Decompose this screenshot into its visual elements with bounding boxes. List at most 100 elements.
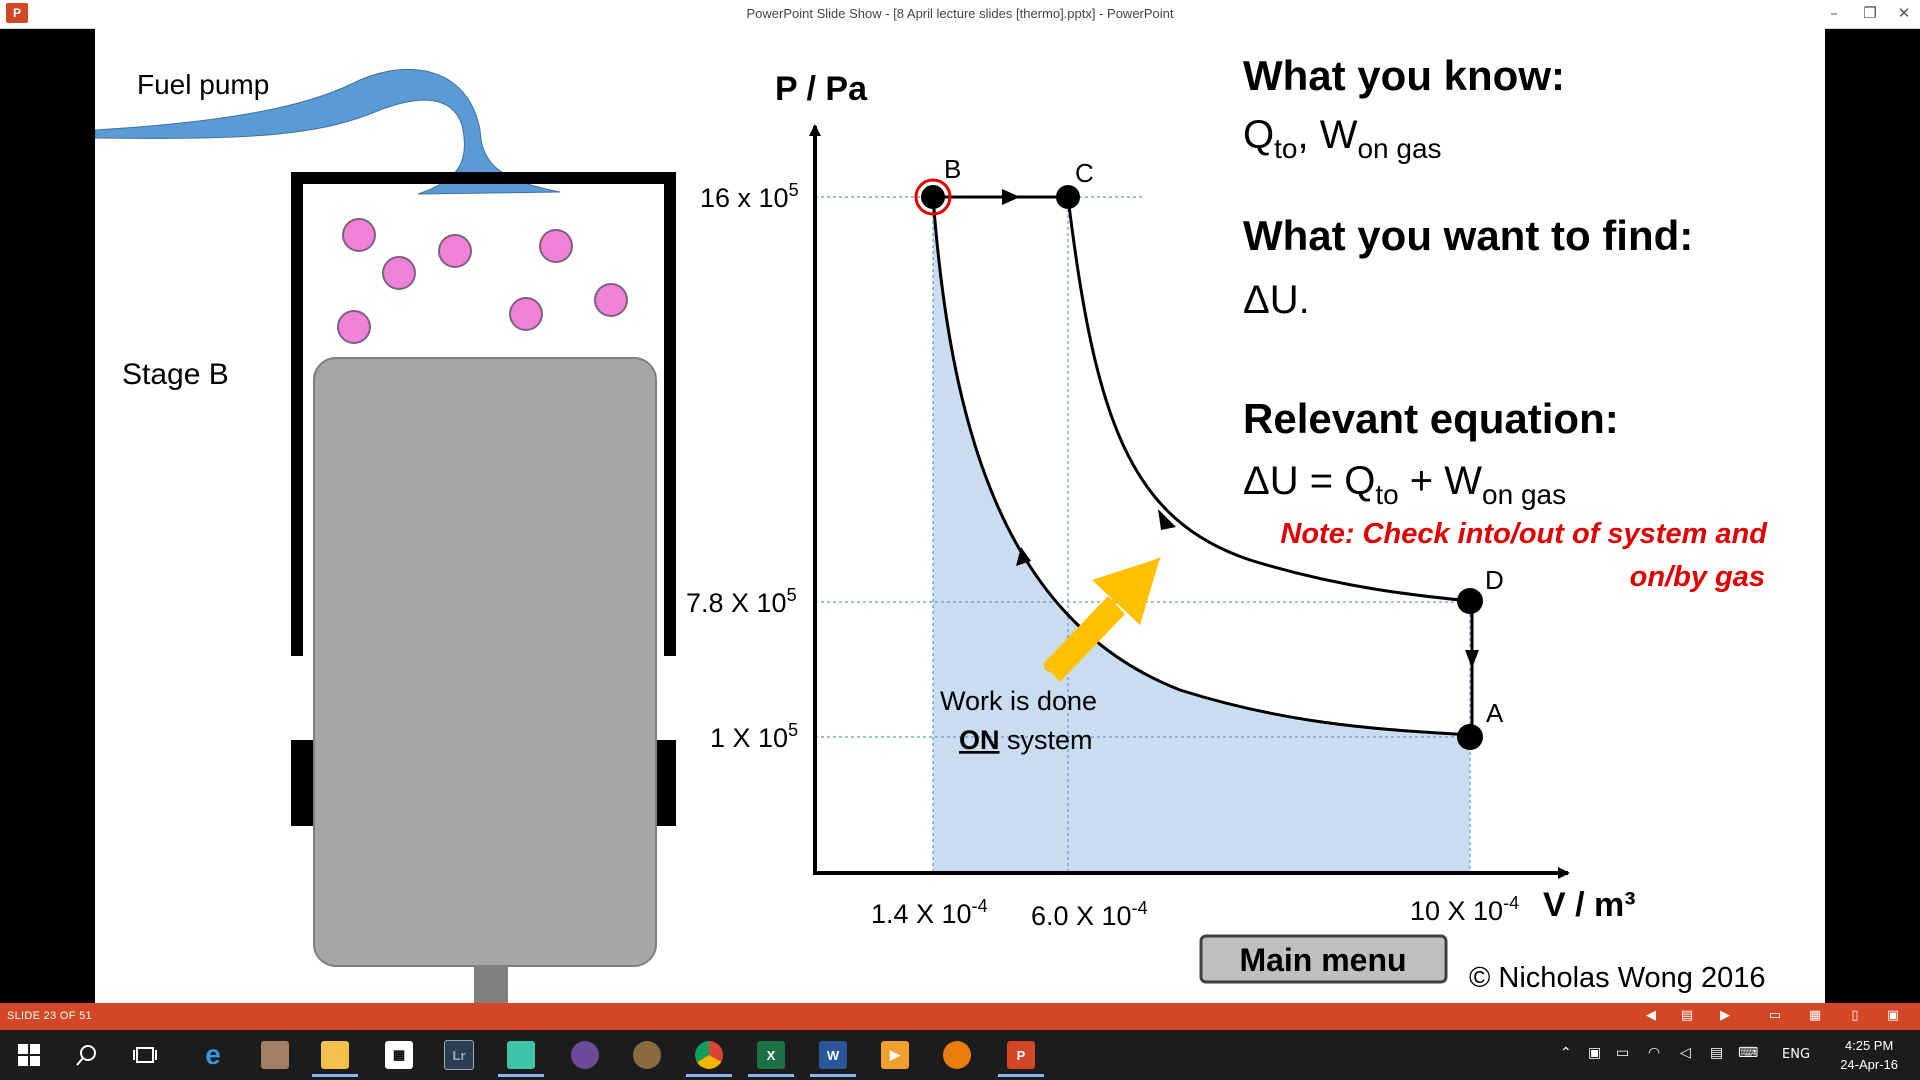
taskbar-gimp[interactable] [618, 1033, 676, 1077]
keyboard-icon[interactable]: ⌨ [1738, 1045, 1758, 1061]
taskbar-paint[interactable] [246, 1033, 304, 1077]
know-values: Qto, Won gas [1243, 113, 1442, 164]
volume-axis-label: V / m³ [1543, 886, 1636, 924]
main-menu-button[interactable]: Main menu [1199, 934, 1448, 984]
slide-graphics: Fuel pump Stage B B C D A P / Pa V / m³ … [95, 52, 1768, 1003]
equation-heading: Relevant equation: [1243, 395, 1619, 442]
normal-view-icon[interactable]: ▭ [1766, 1008, 1784, 1024]
point-b [921, 185, 945, 209]
point-a [1457, 724, 1483, 750]
slide-sorter-icon[interactable]: ▦ [1806, 1008, 1824, 1024]
point-label-c: C [1075, 158, 1094, 188]
battery-icon[interactable]: ▭ [1616, 1045, 1629, 1061]
excel-icon: X [757, 1041, 785, 1069]
show-hidden-icons-icon[interactable]: ⌃ [1560, 1045, 1572, 1061]
taskbar-clock[interactable]: 4:25 PM 24-Apr-16 [1840, 1036, 1898, 1074]
previous-slide-icon[interactable]: ◀ [1642, 1008, 1660, 1024]
slide-counter: SLIDE 23 OF 51 [7, 1010, 92, 1022]
point-c [1056, 185, 1080, 209]
piston [313, 357, 657, 967]
know-heading: What you know: [1243, 52, 1565, 99]
stage-label: Stage B [122, 358, 229, 391]
language-indicator[interactable]: ENG [1782, 1047, 1810, 1062]
menu-icon[interactable]: ▤ [1678, 1008, 1696, 1024]
chrome-icon [695, 1041, 723, 1069]
copyright-text: © Nicholas Wong 2016 [1469, 962, 1766, 994]
task-view-icon [133, 1047, 157, 1063]
pressure-tick-1e5: 1 X 105 [710, 720, 798, 753]
search-icon [76, 1045, 96, 1066]
pressure-tick-7.8e5: 7.8 X 105 [686, 585, 797, 618]
volume-tick-10e-4: 10 X 10-4 [1410, 893, 1519, 926]
gas-molecules [337, 218, 628, 344]
volume-icon[interactable]: ◁ [1680, 1045, 1691, 1061]
molecule [539, 229, 573, 263]
relevant-equation: ΔU = Qto + Won gas [1243, 459, 1566, 510]
slide-canvas[interactable]: Fuel pump Stage B B C D A P / Pa V / m³ … [95, 28, 1825, 1003]
close-button[interactable]: ✕ [1890, 2, 1918, 24]
find-heading: What you want to find: [1243, 212, 1693, 259]
taskbar-photo-app[interactable] [492, 1033, 550, 1077]
wifi-icon[interactable]: ◠ [1648, 1045, 1660, 1061]
start-button[interactable] [0, 1033, 58, 1077]
work-label-line1: Work is done [940, 686, 1097, 716]
taskbar-word[interactable]: W [804, 1033, 862, 1077]
word-icon: W [819, 1041, 847, 1069]
molecule [438, 234, 472, 268]
taskbar-blender[interactable] [928, 1033, 986, 1077]
molecule [594, 283, 628, 317]
volume-tick-6.0e-4: 6.0 X 10-4 [1031, 898, 1148, 931]
paint-icon [261, 1041, 289, 1069]
taskbar-excel[interactable]: X [742, 1033, 800, 1077]
main-menu-label: Main menu [1239, 942, 1406, 978]
minimize-button[interactable]: – [1820, 2, 1848, 24]
store-icon: ▦ [385, 1041, 413, 1069]
taskbar-app[interactable] [556, 1033, 614, 1077]
point-label-d: D [1485, 565, 1504, 595]
work-label-line2: ON system [959, 725, 1093, 755]
window-titlebar: P PowerPoint Slide Show - [8 April lectu… [0, 0, 1920, 29]
taskbar-edge[interactable]: e [184, 1033, 242, 1077]
cylinder-ring-right [656, 740, 676, 826]
next-slide-icon[interactable]: ▶ [1716, 1008, 1734, 1024]
taskbar-lightroom[interactable]: Lr [430, 1033, 488, 1077]
window-title: PowerPoint Slide Show - [8 April lecture… [746, 6, 1174, 21]
file-explorer-icon [321, 1041, 349, 1069]
volume-tick-1.4e-4: 1.4 X 10-4 [871, 896, 988, 929]
find-value: ΔU. [1243, 278, 1310, 322]
blender-icon [943, 1041, 971, 1069]
reading-view-icon[interactable]: ▯ [1846, 1008, 1864, 1024]
point-d [1457, 588, 1483, 614]
edge-icon: e [205, 1039, 221, 1070]
note-line2: on/by gas [1630, 561, 1765, 593]
search-button[interactable] [58, 1033, 116, 1077]
fuel-pump-label: Fuel pump [137, 69, 269, 100]
taskbar-file-explorer[interactable] [306, 1033, 364, 1077]
molecule [337, 310, 371, 344]
arrow-da [1465, 650, 1479, 668]
media-player-icon: ▶ [881, 1041, 909, 1069]
tray-app-icon[interactable]: ▣ [1588, 1045, 1601, 1061]
taskbar-powerpoint[interactable]: P [992, 1033, 1050, 1077]
taskbar-media-player[interactable]: ▶ [866, 1033, 924, 1077]
point-label-b: B [944, 154, 961, 184]
taskbar-store[interactable]: ▦ [370, 1033, 428, 1077]
clock-date: 24-Apr-16 [1840, 1057, 1898, 1072]
task-view-button[interactable] [116, 1033, 174, 1077]
slideshow-statusbar: SLIDE 23 OF 51 ◀ ▤ ▶ ▭ ▦ ▯ ▣ [0, 1003, 1920, 1030]
pressure-tick-16e5: 16 x 105 [700, 180, 799, 213]
gimp-icon [633, 1041, 661, 1069]
cylinder-ring-left [291, 740, 315, 826]
slideshow-view-icon[interactable]: ▣ [1884, 1008, 1902, 1024]
restore-button[interactable]: ❐ [1856, 2, 1884, 24]
point-label-a: A [1486, 698, 1504, 728]
action-center-icon[interactable]: ▤ [1710, 1045, 1723, 1061]
windows-taskbar: e ▦ Lr X W ▶ P ⌃ ▣ ▭ ◠ ◁ ▤ ⌨ ENG 4:25 PM… [0, 1030, 1920, 1080]
start-icon [18, 1044, 40, 1066]
pressure-axis-label: P / Pa [775, 70, 868, 108]
arrow-bc [1002, 189, 1020, 205]
taskbar-chrome[interactable] [680, 1033, 738, 1077]
note-line1: Note: Check into/out of system and [1280, 518, 1768, 550]
clock-time: 4:25 PM [1844, 1038, 1894, 1053]
photo-app-icon [507, 1041, 535, 1069]
